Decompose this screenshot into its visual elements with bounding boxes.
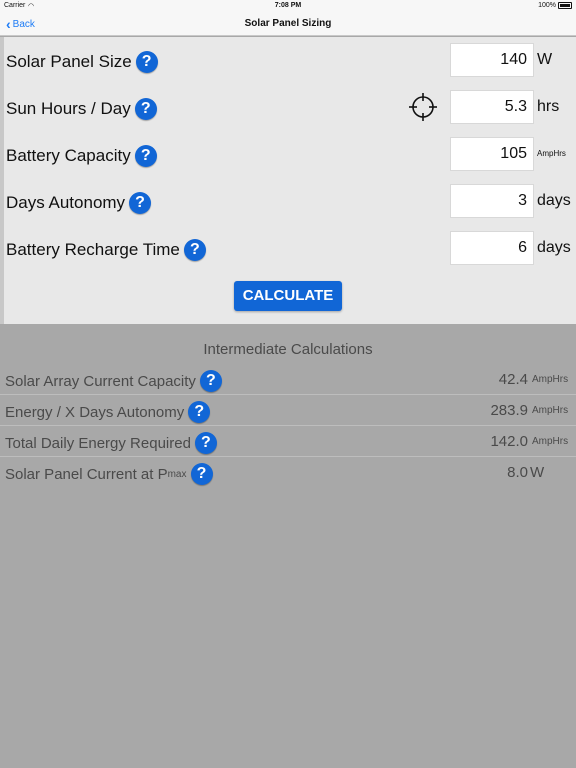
result-row: Energy / X Days Autonomy ? 283.9 AmpHrs [0, 395, 576, 426]
result-row: Total Daily Energy Required ? 142.0 AmpH… [0, 426, 576, 457]
result-label-text: Solar Array Current Capacity [5, 372, 196, 390]
battery-recharge-label: Battery Recharge Time ? [6, 239, 206, 261]
battery-icon [558, 2, 572, 9]
solar-panel-size-unit: W [537, 51, 553, 68]
help-icon[interactable]: ? [183, 239, 206, 261]
battery-recharge-row: Battery Recharge Time ? 6 days [4, 231, 576, 265]
result-label: Energy / X Days Autonomy ? [5, 401, 211, 423]
navigation-bar: ‹ Back Solar Panel Sizing [0, 12, 576, 36]
help-icon[interactable]: ? [188, 401, 211, 423]
solar-panel-size-label: Solar Panel Size ? [6, 51, 158, 73]
help-icon[interactable]: ? [190, 463, 213, 485]
section-heading: Intermediate Calculations [203, 341, 373, 358]
result-label-text: Energy / X Days Autonomy [5, 403, 185, 421]
battery-capacity-row: Battery Capacity ? 105 AmpHrs [4, 137, 576, 171]
result-label: Solar Panel Current at Pmax ? [5, 463, 213, 485]
result-row: Solar Array Current Capacity ? 42.4 AmpH… [0, 364, 576, 395]
battery-capacity-label: Battery Capacity ? [6, 145, 157, 167]
help-icon[interactable]: ? [199, 370, 222, 392]
page-title: Solar Panel Sizing [244, 18, 332, 29]
result-label: Solar Array Current Capacity ? [5, 370, 222, 392]
result-unit: AmpHrs [532, 405, 569, 416]
sun-hours-row: Sun Hours / Day ? 5.3 hrs [4, 90, 576, 124]
days-autonomy-label: Days Autonomy ? [6, 192, 152, 214]
solar-panel-size-row: Solar Panel Size ? 140 W [4, 43, 576, 77]
help-icon[interactable]: ? [134, 145, 157, 167]
help-icon[interactable]: ? [134, 98, 157, 120]
solar-panel-size-input[interactable]: 140 [450, 43, 534, 77]
sun-hours-input[interactable]: 5.3 [450, 90, 534, 124]
result-row: Solar Panel Current at Pmax ? 8.0 W [0, 457, 576, 488]
days-autonomy-input[interactable]: 3 [450, 184, 534, 218]
help-icon[interactable]: ? [135, 51, 158, 73]
status-bar: Carrier ◠ 7:08 PM 100% [0, 0, 576, 12]
battery-capacity-text: Battery Capacity [6, 146, 131, 165]
input-panel: Solar Panel Size ? 140 W Sun Hours / Day… [4, 37, 576, 324]
result-value: 42.4 [498, 371, 528, 388]
sun-hours-label: Sun Hours / Day ? [6, 98, 157, 120]
result-unit: W [530, 464, 545, 481]
result-value: 283.9 [490, 402, 528, 419]
sun-hours-text: Sun Hours / Day [6, 99, 131, 118]
result-value: 8.0 [507, 464, 528, 481]
crosshair-locate-icon[interactable] [408, 92, 438, 122]
result-value: 142.0 [490, 433, 528, 450]
result-unit: AmpHrs [532, 436, 569, 447]
result-label-text: Total Daily Energy Required [5, 434, 191, 452]
result-label: Total Daily Energy Required ? [5, 432, 217, 454]
sun-hours-unit: hrs [537, 98, 560, 115]
battery-percent: 100% [538, 2, 556, 9]
battery-capacity-input[interactable]: 105 [450, 137, 534, 171]
solar-panel-size-text: Solar Panel Size [6, 52, 132, 71]
days-autonomy-text: Days Autonomy [6, 193, 126, 212]
battery-recharge-unit: days [537, 239, 571, 256]
clock: 7:08 PM [274, 2, 302, 9]
battery-recharge-text: Battery Recharge Time [6, 240, 180, 259]
battery-capacity-unit: AmpHrs [537, 149, 566, 158]
pmax-subscript: max [167, 468, 187, 480]
battery-recharge-input[interactable]: 6 [450, 231, 534, 265]
days-autonomy-unit: days [537, 192, 571, 209]
days-autonomy-row: Days Autonomy ? 3 days [4, 184, 576, 218]
result-label-text: Solar Panel Current at P [5, 465, 168, 483]
help-icon[interactable]: ? [129, 192, 152, 214]
help-icon[interactable]: ? [194, 432, 217, 454]
calculate-button[interactable]: CALCULATE [234, 281, 342, 311]
result-unit: AmpHrs [532, 374, 569, 385]
